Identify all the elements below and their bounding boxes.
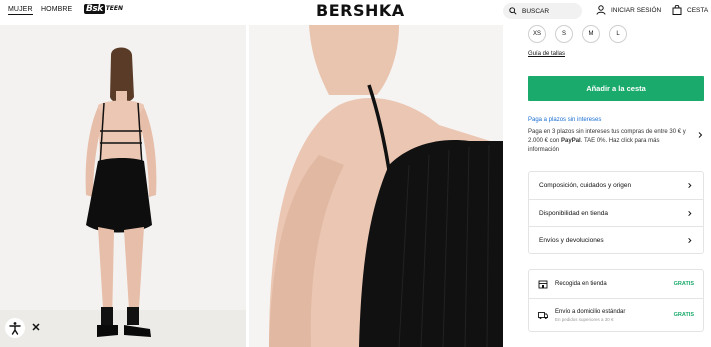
accordion-label: Composición, cuidados y origen <box>539 182 632 189</box>
accessibility-icon <box>9 322 21 335</box>
search-button[interactable]: BUSCAR <box>503 3 582 19</box>
login-button[interactable]: INICIAR SESIÓN <box>596 5 661 15</box>
accordion-label: Envíos y devoluciones <box>539 236 604 244</box>
search-icon <box>509 7 517 15</box>
chevron-right-icon <box>688 182 692 189</box>
accordion-availability[interactable]: Disponibilidad en tienda <box>529 199 703 226</box>
chevron-right-icon <box>688 237 692 243</box>
size-option-m[interactable]: M <box>582 25 600 43</box>
installments-title[interactable]: Paga a plazos sin intereses <box>528 117 601 123</box>
cart-button[interactable]: CESTA <box>672 5 708 15</box>
teen-logo-text: TEEN <box>105 5 124 12</box>
model-closeup-illustration <box>249 25 503 347</box>
info-accordion: Composición, cuidados y origen Disponibi… <box>528 171 704 254</box>
close-icon[interactable]: ✕ <box>30 321 42 335</box>
shipping-label: Recogida en tienda <box>555 281 607 287</box>
shipping-sublabel: En pedidos superiores a 30 € <box>555 316 614 322</box>
bag-icon <box>672 5 682 15</box>
shipping-price: GRATIS <box>673 312 694 318</box>
accordion-composition[interactable]: Composición, cuidados y origen <box>529 172 703 199</box>
brand-logo[interactable]: BERSHKA <box>316 1 405 20</box>
accessibility-button[interactable] <box>5 318 25 338</box>
search-label: BUSCAR <box>522 7 550 15</box>
cart-label: CESTA <box>687 6 709 14</box>
chevron-right-icon <box>688 210 692 216</box>
shipping-label: Envío a domicilio estándar <box>555 308 626 315</box>
product-image-detail[interactable] <box>249 25 503 347</box>
size-option-xs[interactable]: XS <box>528 25 546 43</box>
truck-icon <box>538 312 548 319</box>
login-label: INICIAR SESIÓN <box>611 6 662 14</box>
model-back-illustration <box>0 25 246 347</box>
add-to-cart-button[interactable]: Añadir a la cesta <box>528 76 704 101</box>
bsk-logo-text: Bsk <box>84 3 105 14</box>
size-option-l[interactable]: L <box>609 25 627 43</box>
size-selector: XS S M L <box>528 25 636 43</box>
top-header: MUJER HOMBRE Bsk TEEN BERSHKA BUSCAR INI… <box>0 0 711 24</box>
size-guide-link[interactable]: Guía de tallas <box>528 51 565 57</box>
installments-description[interactable]: Paga en 3 plazos sin intereses tus compr… <box>528 128 692 155</box>
accordion-shipping-returns[interactable]: Envíos y devoluciones <box>529 226 703 253</box>
paypal-brand: PayPal <box>561 138 581 144</box>
shipping-price: GRATIS <box>673 281 694 287</box>
nav-mujer[interactable]: MUJER <box>8 6 33 15</box>
accordion-label: Disponibilidad en tienda <box>539 209 609 217</box>
product-image-back[interactable] <box>0 25 246 347</box>
store-icon <box>538 280 548 289</box>
shipping-options: Recogida en tienda GRATIS Envío a domici… <box>528 269 704 332</box>
user-icon <box>596 5 606 15</box>
size-option-s[interactable]: S <box>555 25 573 43</box>
chevron-right-icon[interactable] <box>696 131 704 139</box>
shipping-home-delivery: Envío a domicilio estándar En pedidos su… <box>529 298 703 331</box>
bsk-teen-logo[interactable]: Bsk TEEN <box>84 3 123 14</box>
shipping-store-pickup: Recogida en tienda GRATIS <box>529 270 703 298</box>
nav-hombre[interactable]: HOMBRE <box>41 6 72 13</box>
